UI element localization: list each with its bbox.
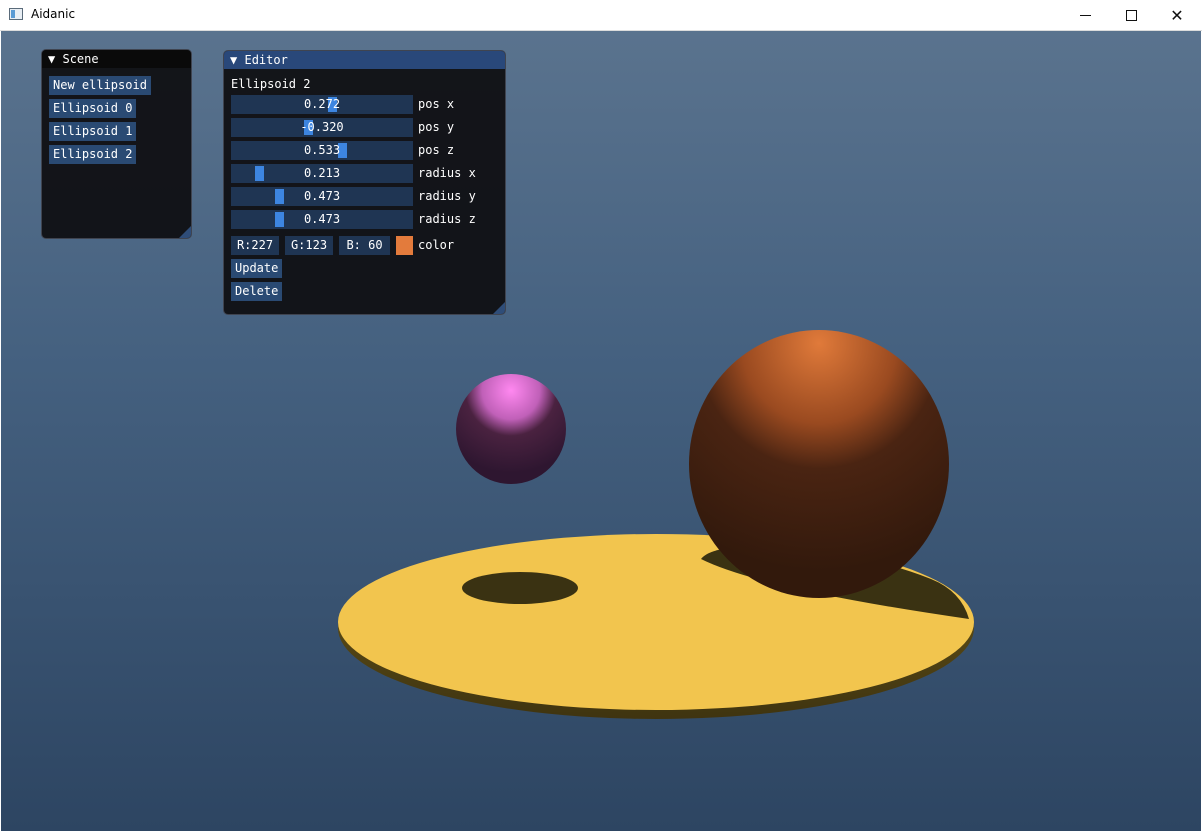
window-title: Aidanic [31, 7, 76, 21]
editor-panel-header[interactable]: ▼ Editor [224, 51, 505, 69]
slider-value: 0.533 [303, 143, 341, 157]
maximize-icon [1125, 10, 1137, 21]
pos-z-label: pos z [418, 143, 455, 157]
color-g-field[interactable]: G:123 [285, 236, 333, 255]
maximize-button[interactable] [1108, 0, 1154, 31]
render-viewport[interactable]: ▼ Scene New ellipsoid Ellipsoid 0 Ellips… [1, 31, 1201, 831]
radius-y-slider[interactable]: 0.473 [231, 187, 413, 206]
pos-x-label: pos x [418, 97, 455, 111]
color-r-field[interactable]: R:227 [231, 236, 279, 255]
collapse-arrow-icon: ▼ [230, 53, 238, 67]
slider-value: 0.473 [303, 212, 341, 226]
ellipsoid-2-button[interactable]: Ellipsoid 2 [49, 145, 137, 164]
pos-y-slider[interactable]: -0.320 [231, 118, 413, 137]
update-button[interactable]: Update [231, 259, 283, 278]
orange-sphere [689, 330, 949, 598]
collapse-arrow-icon: ▼ [48, 52, 56, 66]
resize-grip-icon[interactable] [179, 226, 191, 238]
radius-x-label: radius x [418, 166, 476, 180]
editor-panel[interactable]: ▼ Editor Ellipsoid 2 0.272 pos x -0.320 pos… [223, 50, 506, 315]
radius-x-slider[interactable]: 0.213 [231, 164, 413, 183]
close-button[interactable]: ✕ [1154, 0, 1200, 31]
pos-z-slider[interactable]: 0.533 [231, 141, 413, 160]
selected-object-label: Ellipsoid 2 [231, 77, 311, 91]
radius-z-slider[interactable]: 0.473 [231, 210, 413, 229]
pink-sphere-shadow [462, 572, 578, 604]
title-bar: Aidanic ✕ [0, 0, 1202, 31]
color-label: color [418, 238, 455, 252]
editor-panel-title: Editor [244, 53, 288, 67]
color-swatch[interactable] [396, 236, 413, 255]
pink-sphere [456, 374, 566, 484]
new-ellipsoid-button[interactable]: New ellipsoid [49, 76, 151, 95]
radius-y-label: radius y [418, 189, 476, 203]
minimize-icon [1079, 15, 1091, 16]
delete-button[interactable]: Delete [231, 282, 283, 301]
slider-value: 0.213 [303, 166, 341, 180]
ellipsoid-0-button[interactable]: Ellipsoid 0 [49, 99, 137, 118]
slider-value: 0.272 [303, 97, 341, 111]
scene-panel[interactable]: ▼ Scene New ellipsoid Ellipsoid 0 Ellips… [41, 49, 192, 239]
scene-panel-title: Scene [62, 52, 99, 66]
scene-panel-header[interactable]: ▼ Scene [42, 50, 191, 68]
slider-value: -0.320 [300, 120, 344, 134]
close-icon: ✕ [1170, 5, 1184, 25]
ellipsoid-1-button[interactable]: Ellipsoid 1 [49, 122, 137, 141]
app-icon [9, 8, 23, 20]
radius-z-label: radius z [418, 212, 476, 226]
slider-value: 0.473 [303, 189, 341, 203]
color-b-field[interactable]: B: 60 [339, 236, 390, 255]
resize-grip-icon[interactable] [493, 302, 505, 314]
pos-x-slider[interactable]: 0.272 [231, 95, 413, 114]
pos-y-label: pos y [418, 120, 455, 134]
minimize-button[interactable] [1062, 0, 1108, 31]
